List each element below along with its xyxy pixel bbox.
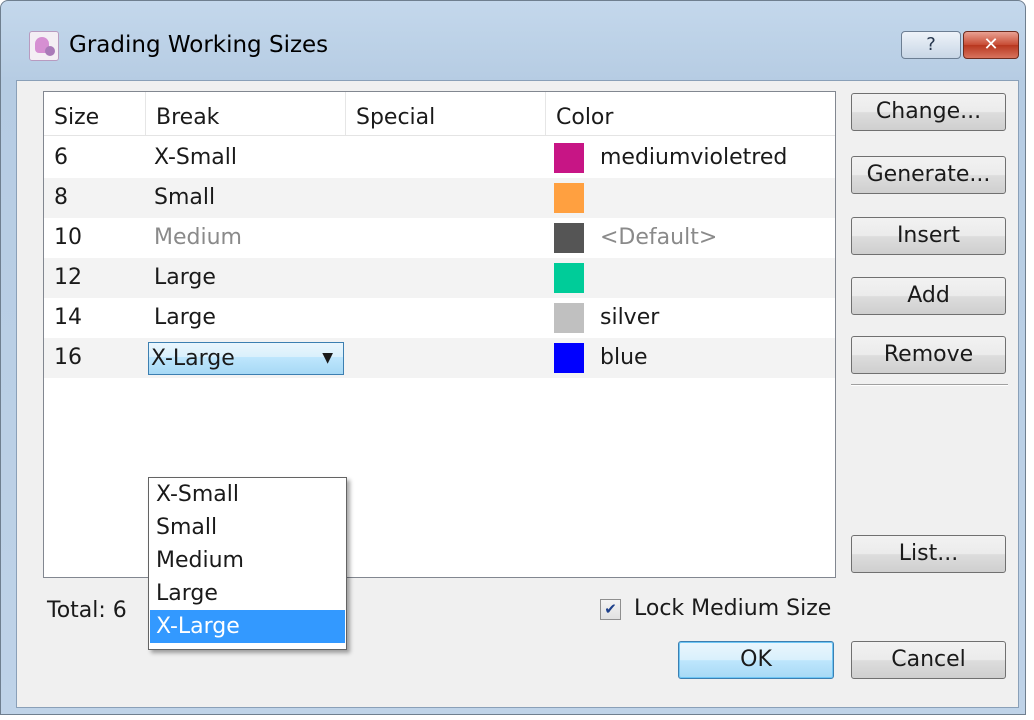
cell-size: 14	[54, 305, 82, 330]
cell-color-name: blue	[600, 345, 648, 370]
table-row[interactable]: 12 Large	[44, 258, 835, 298]
dropdown-option-small[interactable]: Small	[150, 511, 345, 544]
break-dropdown-list: X-Small Small Medium Large X-Large	[148, 477, 347, 650]
column-header-special[interactable]: Special	[346, 92, 546, 135]
dropdown-arrow-icon[interactable]: ▼	[322, 343, 333, 374]
color-swatch[interactable]	[554, 343, 584, 373]
color-swatch[interactable]	[554, 223, 584, 253]
color-swatch[interactable]	[554, 263, 584, 293]
dropdown-option-x-large[interactable]: X-Large	[150, 610, 345, 643]
change-button[interactable]: Change...	[851, 93, 1006, 131]
dialog-window: Grading Working Sizes ? ✕ Size Break Spe…	[0, 0, 1026, 715]
ok-button[interactable]: OK	[678, 641, 834, 679]
table-row[interactable]: 8 Small	[44, 178, 835, 218]
break-select-value: X-Large	[151, 346, 235, 371]
cell-break: Medium	[154, 225, 242, 250]
generate-button[interactable]: Generate...	[851, 156, 1006, 194]
table-row[interactable]: 16 X-Large ▼ blue	[44, 338, 835, 378]
title-bar[interactable]: Grading Working Sizes ? ✕	[1, 1, 1025, 81]
cell-break: Large	[154, 305, 216, 330]
dialog-client-area: Size Break Special Color 6 X-Small mediumv…	[16, 80, 1019, 708]
column-header-color[interactable]: Color	[546, 92, 835, 135]
close-button[interactable]: ✕	[963, 31, 1019, 59]
cell-size: 10	[54, 225, 82, 250]
cancel-button[interactable]: Cancel	[851, 641, 1006, 679]
remove-button[interactable]: Remove	[851, 336, 1006, 374]
dropdown-option-medium[interactable]: Medium	[150, 544, 345, 577]
table-header: Size Break Special Color	[44, 92, 835, 136]
table-row[interactable]: 6 X-Small mediumvioletred	[44, 138, 835, 178]
help-button[interactable]: ?	[901, 31, 961, 59]
window-title: Grading Working Sizes	[69, 32, 329, 58]
break-select[interactable]: X-Large ▼	[148, 342, 344, 375]
cell-color-name: mediumvioletred	[600, 145, 788, 170]
table-row[interactable]: 14 Large silver	[44, 298, 835, 338]
sizes-table: Size Break Special Color 6 X-Small mediumv…	[43, 91, 836, 650]
lock-medium-size-label[interactable]: Lock Medium Size	[634, 594, 831, 624]
add-button[interactable]: Add	[851, 277, 1006, 315]
column-header-break[interactable]: Break	[146, 92, 346, 135]
cell-size: 6	[54, 145, 68, 170]
column-header-size[interactable]: Size	[44, 92, 146, 135]
insert-button[interactable]: Insert	[851, 217, 1006, 255]
cell-size: 12	[54, 265, 82, 290]
dropdown-option-x-small[interactable]: X-Small	[150, 478, 345, 511]
cell-break: X-Small	[154, 145, 238, 170]
color-swatch[interactable]	[554, 303, 584, 333]
cell-size: 16	[54, 345, 82, 370]
cell-break: Small	[154, 185, 216, 210]
app-icon	[29, 31, 59, 61]
total-count: Total: 6	[47, 598, 127, 623]
color-swatch[interactable]	[554, 143, 584, 173]
button-separator	[851, 384, 1008, 386]
list-button[interactable]: List...	[851, 535, 1006, 573]
dropdown-option-large[interactable]: Large	[150, 577, 345, 610]
cell-size: 8	[54, 185, 68, 210]
lock-medium-size-checkbox[interactable]: ✔	[600, 599, 621, 620]
cell-break: Large	[154, 265, 216, 290]
color-swatch[interactable]	[554, 183, 584, 213]
cell-color-name: silver	[600, 305, 660, 330]
cell-color-name: <Default>	[600, 225, 718, 250]
table-row[interactable]: 10 Medium <Default>	[44, 218, 835, 258]
